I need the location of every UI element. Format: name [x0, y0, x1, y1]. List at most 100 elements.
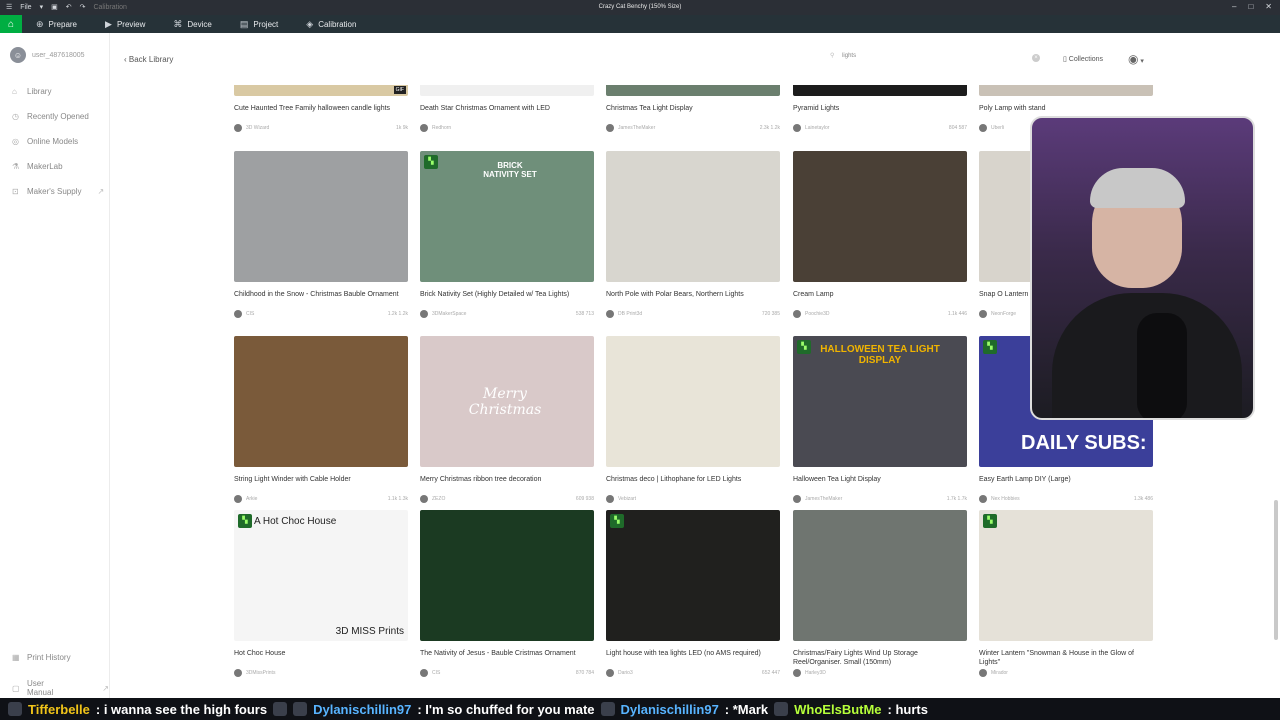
model-title[interactable]: Hot Choc House: [234, 649, 408, 667]
model-title[interactable]: Cream Lamp: [793, 290, 967, 308]
author-name[interactable]: CIS: [246, 311, 254, 317]
author-avatar[interactable]: [606, 310, 614, 318]
model-title[interactable]: Christmas/Fairy Lights Wind Up Storage R…: [793, 649, 967, 667]
model-card[interactable]: Christmas Tea Light Display JamesTheMaker…: [606, 85, 780, 132]
sidebar-item-recently-opened[interactable]: ◷ Recently Opened: [12, 112, 89, 121]
profile-menu[interactable]: ◉ ▾: [1128, 52, 1144, 66]
model-thumbnail[interactable]: [979, 85, 1153, 96]
model-card[interactable]: North Pole with Polar Bears, Northern Li…: [606, 151, 780, 318]
author-name[interactable]: 3DMissPrints: [246, 670, 275, 676]
close-icon[interactable]: ✕: [1265, 2, 1272, 11]
model-card[interactable]: A Hot Choc House 3D MISS Prints ▚ Hot Choc …: [234, 510, 408, 677]
model-card[interactable]: ▚ Winter Lantern "Snowman & House in the …: [979, 510, 1153, 677]
model-title[interactable]: Easy Earth Lamp DIY (Large): [979, 475, 1153, 493]
author-avatar[interactable]: [234, 495, 242, 503]
author-name[interactable]: JamesTheMaker: [805, 496, 842, 502]
model-thumbnail[interactable]: [234, 336, 408, 467]
model-thumbnail[interactable]: A Hot Choc House 3D MISS Prints ▚: [234, 510, 408, 641]
author-avatar[interactable]: [979, 495, 987, 503]
author-avatar[interactable]: [793, 495, 801, 503]
author-name[interactable]: 3DMakerSpace: [432, 311, 466, 317]
author-name[interactable]: NeonForge: [991, 311, 1016, 317]
author-name[interactable]: Mirador: [991, 670, 1008, 676]
model-card[interactable]: The Nativity of Jesus - Bauble Cristmas …: [420, 510, 594, 677]
sidebar-item-online-models[interactable]: ◎ Online Models: [12, 137, 78, 146]
model-card[interactable]: String Light Winder with Cable Holder Ark…: [234, 336, 408, 503]
collections-button[interactable]: ▯ Collections: [1063, 55, 1103, 63]
tab-calibration[interactable]: ◈ Calibration: [292, 15, 370, 33]
model-title[interactable]: Death Star Christmas Ornament with LED: [420, 104, 594, 122]
model-thumbnail[interactable]: ▚: [606, 510, 780, 641]
author-avatar[interactable]: [420, 124, 428, 132]
clear-search-icon[interactable]: ×: [1032, 54, 1040, 62]
author-name[interactable]: CIS: [432, 670, 440, 676]
model-title[interactable]: String Light Winder with Cable Holder: [234, 475, 408, 493]
model-thumbnail[interactable]: [234, 151, 408, 282]
sidebar-item-makers-supply[interactable]: ⊡ Maker's Supply ↗: [12, 187, 104, 196]
author-name[interactable]: JamesTheMaker: [618, 125, 655, 131]
author-avatar[interactable]: [979, 124, 987, 132]
model-thumbnail[interactable]: HALLOWEEN TEA LIGHT DISPLAY ▚: [793, 336, 967, 467]
author-avatar[interactable]: [234, 669, 242, 677]
author-avatar[interactable]: [979, 310, 987, 318]
tab-device[interactable]: ⌘ Device: [159, 15, 225, 33]
model-thumbnail[interactable]: [606, 336, 780, 467]
model-card[interactable]: Death Star Christmas Ornament with LED Re…: [420, 85, 594, 132]
model-title[interactable]: Winter Lantern "Snowman & House in the G…: [979, 649, 1153, 667]
sidebar-item-library[interactable]: ⌂ Library: [12, 87, 51, 96]
author-name[interactable]: Harley3D: [805, 670, 826, 676]
model-thumbnail[interactable]: ▚: [979, 510, 1153, 641]
model-title[interactable]: Pyramid Lights: [793, 104, 967, 122]
sidebar-item-print-history[interactable]: ▦ Print History: [12, 653, 71, 662]
model-thumbnail[interactable]: GIF: [234, 85, 408, 96]
model-title[interactable]: Childhood in the Snow - Christmas Bauble…: [234, 290, 408, 308]
model-card[interactable]: Cream Lamp Poochie3D 1.1k 446: [793, 151, 967, 318]
tab-prepare[interactable]: ⊕ Prepare: [22, 15, 91, 33]
search-input[interactable]: ⚲ lights ×: [830, 52, 1040, 66]
author-name[interactable]: 3D Wizard: [246, 125, 269, 131]
maximize-icon[interactable]: □: [1248, 2, 1253, 11]
author-avatar[interactable]: [420, 495, 428, 503]
author-avatar[interactable]: [234, 310, 242, 318]
author-avatar[interactable]: [606, 669, 614, 677]
model-thumbnail[interactable]: [793, 151, 967, 282]
scrollbar[interactable]: [1274, 500, 1278, 640]
author-name[interactable]: Dario3: [618, 670, 633, 676]
model-title[interactable]: Christmas Tea Light Display: [606, 104, 780, 122]
model-title[interactable]: Light house with tea lights LED (no AMS …: [606, 649, 780, 667]
back-library-link[interactable]: ‹ Back Library: [124, 55, 173, 64]
author-name[interactable]: Arkie: [246, 496, 257, 502]
model-card[interactable]: GIF Cute Haunted Tree Family halloween ca…: [234, 85, 408, 132]
model-title[interactable]: Halloween Tea Light Display: [793, 475, 967, 493]
tab-preview[interactable]: ▶ Preview: [91, 15, 159, 33]
model-thumbnail[interactable]: [793, 85, 967, 96]
author-avatar[interactable]: [606, 124, 614, 132]
author-avatar[interactable]: [606, 495, 614, 503]
author-avatar[interactable]: [420, 669, 428, 677]
model-title[interactable]: Brick Nativity Set (Highly Detailed w/ T…: [420, 290, 594, 308]
model-thumbnail[interactable]: Merry Christmas: [420, 336, 594, 467]
model-thumbnail[interactable]: [420, 510, 594, 641]
author-name[interactable]: Poochie3D: [805, 311, 829, 317]
model-card[interactable]: HALLOWEEN TEA LIGHT DISPLAY ▚ Halloween Te…: [793, 336, 967, 503]
model-card[interactable]: Pyramid Lights Lainetaylor 804 587: [793, 85, 967, 132]
minimize-icon[interactable]: –: [1232, 2, 1236, 11]
author-name[interactable]: Lainetaylor: [805, 125, 829, 131]
author-avatar[interactable]: [234, 124, 242, 132]
model-card[interactable]: Childhood in the Snow - Christmas Bauble…: [234, 151, 408, 318]
home-button[interactable]: ⌂: [0, 15, 22, 33]
model-thumbnail[interactable]: [606, 85, 780, 96]
sidebar-item-user-manual[interactable]: ▢ User Manual ↗: [12, 679, 109, 697]
author-name[interactable]: DB Print3d: [618, 311, 642, 317]
model-card[interactable]: BRICK NATIVITY SET ▚ Brick Nativity Set (H…: [420, 151, 594, 318]
model-title[interactable]: Christmas deco | Lithophane for LED Ligh…: [606, 475, 780, 493]
model-title[interactable]: The Nativity of Jesus - Bauble Cristmas …: [420, 649, 594, 667]
author-avatar[interactable]: [793, 669, 801, 677]
model-card[interactable]: Christmas/Fairy Lights Wind Up Storage R…: [793, 510, 967, 677]
author-avatar[interactable]: [793, 124, 801, 132]
user-profile[interactable]: ☺ user_487618005: [10, 47, 85, 63]
model-card[interactable]: Christmas deco | Lithophane for LED Ligh…: [606, 336, 780, 503]
author-avatar[interactable]: [420, 310, 428, 318]
author-avatar[interactable]: [979, 669, 987, 677]
author-name[interactable]: Redhorn: [432, 125, 451, 131]
